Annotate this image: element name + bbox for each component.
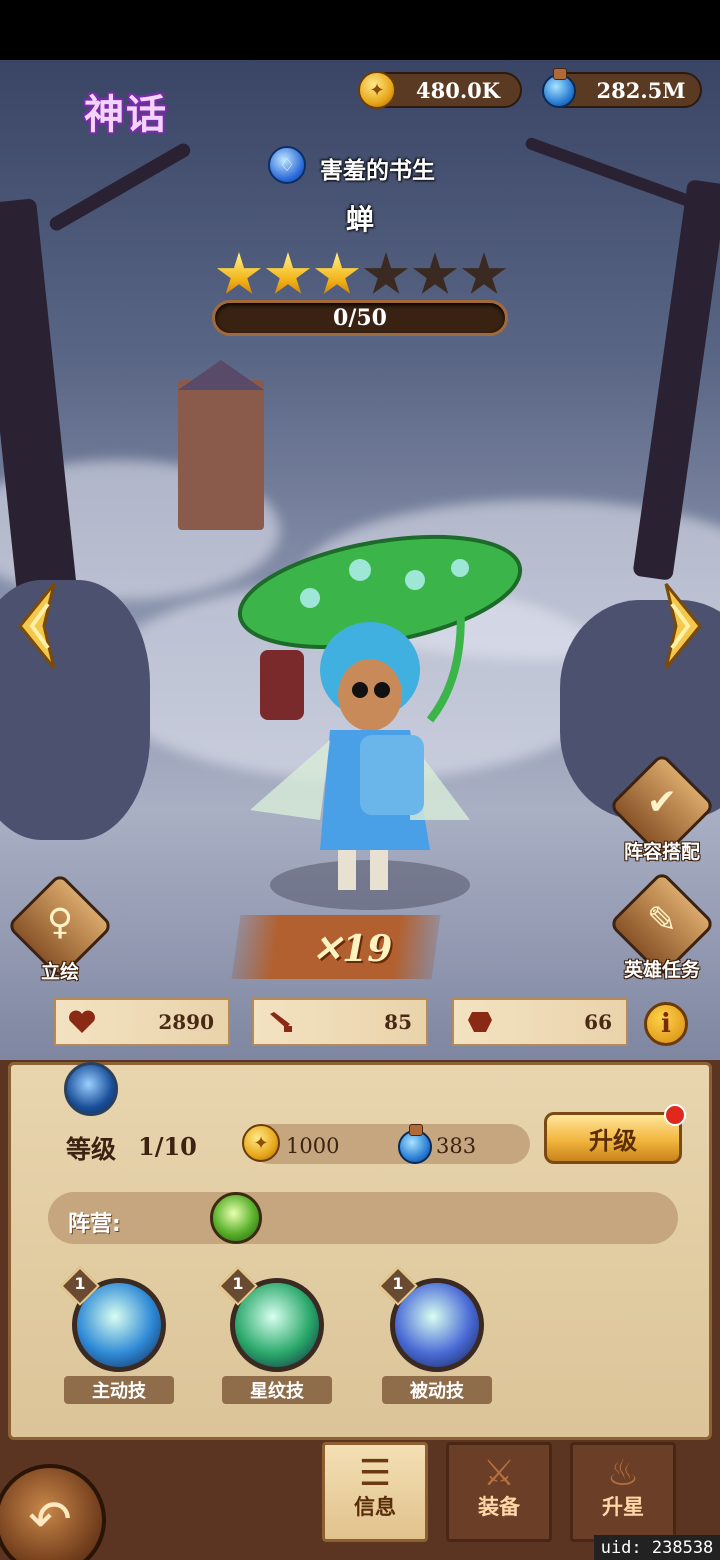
hero-level-value: 19 bbox=[342, 928, 393, 970]
class-emblem-icon bbox=[64, 1062, 118, 1116]
hp-value: 2890 bbox=[158, 1010, 214, 1034]
star-filled-icon bbox=[265, 252, 311, 294]
user-id: uid: 238538 bbox=[594, 1535, 720, 1560]
tab-info[interactable]: ☰ 信息 bbox=[322, 1442, 428, 1542]
defense-stat: 66 bbox=[452, 998, 628, 1046]
sword-icon bbox=[270, 1012, 292, 1032]
tab-star-up[interactable]: ♨ 升星 bbox=[570, 1442, 676, 1542]
rarity-label: 神话 bbox=[84, 91, 168, 138]
star-empty-icon bbox=[412, 252, 458, 294]
tab-info-label: 信息 bbox=[354, 1495, 396, 1519]
status-bar bbox=[0, 0, 720, 60]
crossed-swords-icon: ✕ bbox=[312, 928, 343, 970]
back-arrow-icon: ↶ bbox=[28, 1490, 72, 1550]
potion-icon bbox=[542, 68, 576, 108]
info-icon[interactable]: i bbox=[644, 1002, 688, 1046]
gold-coin-icon: ✦ bbox=[242, 1124, 280, 1162]
portrait-button[interactable]: ♀ 立绘 bbox=[6, 872, 114, 984]
next-hero-arrow-icon[interactable] bbox=[660, 580, 706, 672]
attack-value: 85 bbox=[384, 1010, 412, 1034]
gold-cost: 1000 bbox=[286, 1134, 340, 1158]
hero-quest-button[interactable]: ✎ 英雄任务 bbox=[608, 870, 716, 982]
skill-name: 主动技 bbox=[64, 1376, 174, 1404]
potion-icon bbox=[398, 1124, 432, 1164]
gold-coin-icon: ✦ bbox=[358, 71, 396, 109]
heart-icon bbox=[69, 1010, 95, 1033]
portrait-icon: ♀ bbox=[46, 902, 74, 943]
skill-name: 星纹技 bbox=[222, 1376, 332, 1404]
skill-button[interactable]: 1 主动技 bbox=[60, 1266, 174, 1404]
skill-button[interactable]: 1 被动技 bbox=[378, 1266, 492, 1404]
star-empty-icon bbox=[363, 252, 409, 294]
previous-hero-arrow-icon[interactable] bbox=[14, 580, 60, 672]
notification-dot bbox=[664, 1104, 686, 1126]
hero-quest-label: 英雄任务 bbox=[623, 959, 700, 981]
star-filled-icon bbox=[314, 252, 360, 294]
sword-icon: ⚔ bbox=[482, 1453, 516, 1494]
level-label: 等级 bbox=[66, 1135, 117, 1164]
skill-button[interactable]: 1 星纹技 bbox=[218, 1266, 332, 1404]
faction-label: 阵营: bbox=[68, 1212, 121, 1237]
skill-level: 1 bbox=[74, 1274, 86, 1293]
progress-text: 0/50 bbox=[333, 305, 387, 331]
tab-star-up-label: 升星 bbox=[602, 1495, 644, 1519]
upgrade-button[interactable]: 升级 bbox=[544, 1112, 682, 1164]
hero-title: 害羞的书生 bbox=[320, 158, 435, 184]
hero-class-icon: ♢ bbox=[268, 146, 306, 184]
flame-icon: ♨ bbox=[606, 1453, 640, 1494]
potion-amount: 282.5M bbox=[596, 77, 686, 103]
faction-bar bbox=[48, 1192, 678, 1244]
star-filled-icon bbox=[216, 252, 262, 294]
star-empty-icon bbox=[461, 252, 507, 294]
scroll-icon: ☰ bbox=[358, 1453, 392, 1494]
potion-cost: 383 bbox=[436, 1134, 477, 1158]
defense-value: 66 bbox=[584, 1010, 612, 1034]
hero-character[interactable] bbox=[220, 520, 530, 920]
skill-level: 1 bbox=[232, 1274, 244, 1293]
upgrade-label: 升级 bbox=[589, 1126, 637, 1155]
hp-stat: 2890 bbox=[54, 998, 230, 1046]
hero-level-number: ✕19 bbox=[312, 928, 392, 970]
star-rating bbox=[216, 252, 507, 298]
lineup-label: 阵容搭配 bbox=[623, 841, 700, 863]
shield-icon bbox=[468, 1012, 492, 1032]
quest-scroll-icon: ✎ bbox=[646, 900, 678, 941]
gold-amount: 480.0K bbox=[415, 77, 500, 103]
nature-faction-icon[interactable] bbox=[210, 1192, 262, 1244]
portrait-label: 立绘 bbox=[40, 961, 79, 983]
hero-name: 蝉 bbox=[345, 203, 374, 236]
lineup-icon: ✔ bbox=[646, 782, 678, 823]
attack-stat: 85 bbox=[252, 998, 428, 1046]
tab-equipment-label: 装备 bbox=[478, 1495, 520, 1519]
lineup-button[interactable]: ✔ 阵容搭配 bbox=[608, 752, 716, 864]
star-progress-bar: 0/50 bbox=[212, 300, 508, 336]
skill-name: 被动技 bbox=[382, 1376, 492, 1404]
tab-equipment[interactable]: ⚔ 装备 bbox=[446, 1442, 552, 1542]
skill-level: 1 bbox=[392, 1274, 404, 1293]
level-value: 1/10 bbox=[138, 1132, 197, 1161]
